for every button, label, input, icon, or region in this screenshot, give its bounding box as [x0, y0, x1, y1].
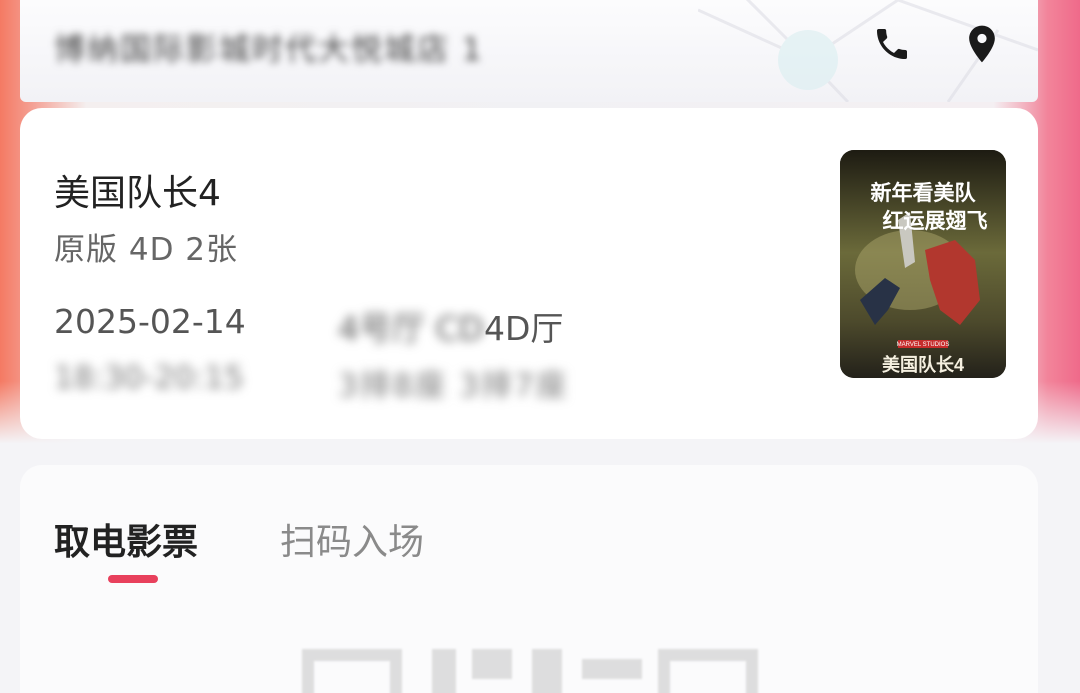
location-pin-icon[interactable] [958, 16, 1006, 72]
show-time: 18:30-20:15 [54, 360, 244, 396]
ticket-info-card[interactable]: 美国队长4 原版 4D 2张 2025-02-14 18:30-20:15 4号… [20, 108, 1038, 439]
poster-tagline-1: 新年看美队 [871, 181, 977, 205]
poster-studio: MARVEL STUDIOS [897, 342, 950, 348]
poster-title: 美国队长4 [882, 354, 964, 375]
hall-name-suffix: 4D厅 [483, 309, 564, 348]
movie-poster[interactable]: 新年看美队 红运展翅飞 MARVEL STUDIOS 美国队长4 [840, 150, 1006, 378]
hall-name: 4号厅 CD4D厅 [338, 302, 563, 350]
cinema-name: 博纳国际影城时代大悦城店 1 [54, 32, 484, 68]
movie-title: 美国队长4 [54, 173, 221, 214]
cinema-header: 博纳国际影城时代大悦城店 1 [20, 0, 1038, 102]
active-tab-indicator [108, 575, 158, 583]
phone-icon[interactable] [868, 16, 916, 72]
ticket-pickup-card: 取电影票 扫码入场 [20, 465, 1038, 693]
poster-tagline-2: 红运展翅飞 [883, 209, 988, 233]
tab-scan-entry[interactable]: 扫码入场 [280, 513, 424, 565]
show-date: 2025-02-14 [54, 302, 246, 341]
seat-info: 3排8座 3排7座 [338, 368, 569, 404]
qr-code-image [302, 649, 758, 693]
hall-name-prefix: 4号厅 CD [338, 309, 484, 348]
movie-format-count: 原版 4D 2张 [54, 232, 239, 268]
tab-pickup-ticket[interactable]: 取电影票 [54, 513, 198, 565]
